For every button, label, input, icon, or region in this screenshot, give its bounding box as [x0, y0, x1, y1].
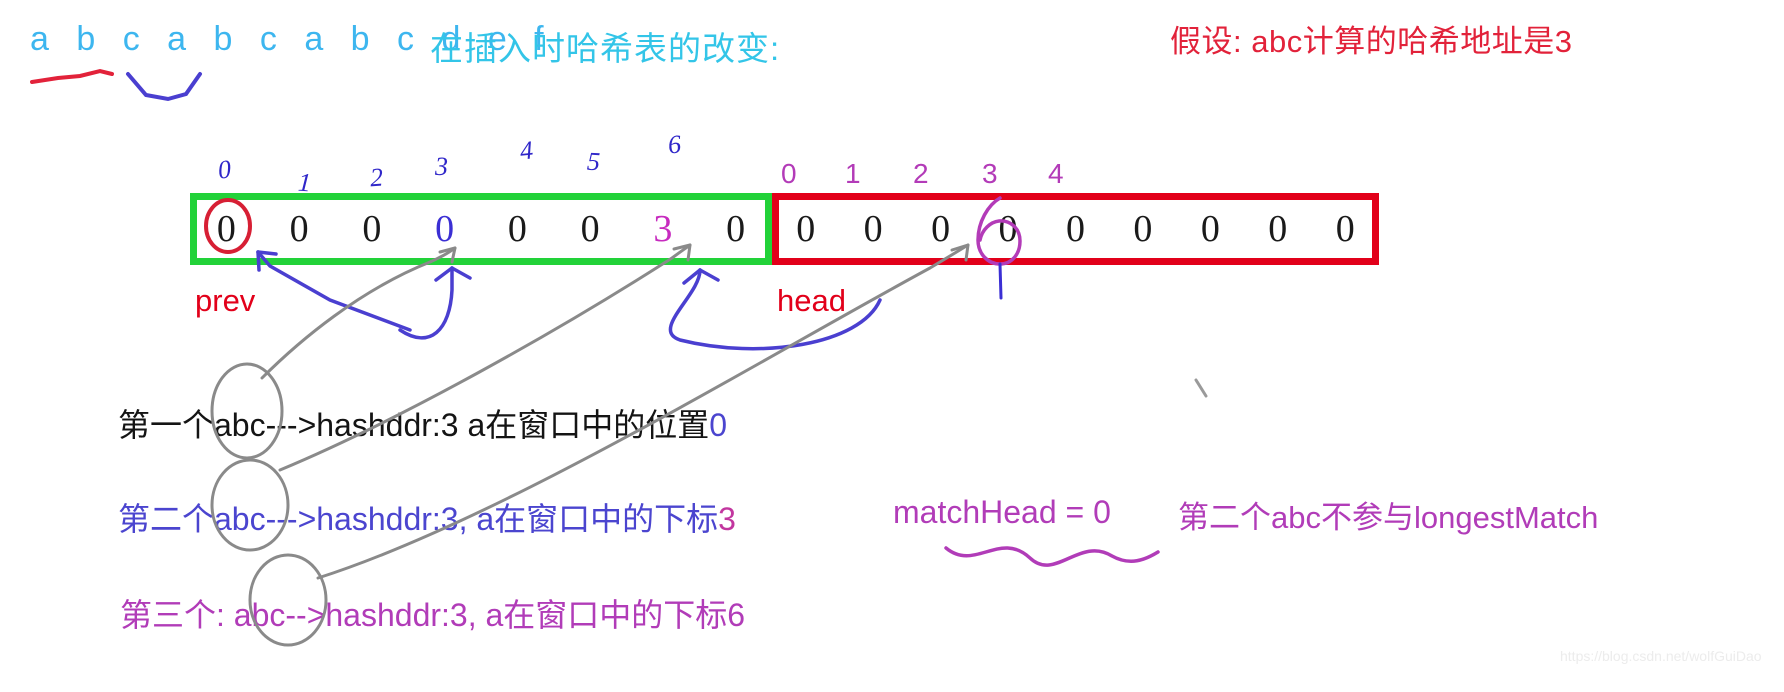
head-index-label: 2 [913, 158, 929, 189]
prev-index-label: 2 [368, 162, 384, 193]
note-line-2-main: 第二个abc--->hashddr:3, a在窗口中的下标 [118, 501, 719, 537]
note-line-3: 第三个: abc-->hashddr:3, a在窗口中的下标6 [120, 597, 746, 633]
match-head-text: matchHead = 0 [893, 494, 1111, 530]
watermark-text: https://blog.csdn.net/wolfGuiDao [1560, 648, 1762, 664]
gray-leader-line1 [260, 246, 457, 380]
handwritten-six-stem [998, 262, 1003, 300]
prev-cell: 0 [507, 208, 527, 250]
prev-cell: 0 [580, 208, 600, 250]
prev-index-label: 6 [666, 129, 683, 160]
prev-index-label: 0 [216, 154, 233, 185]
note-line-1-tail: 0 [709, 407, 728, 443]
head-cell: 0 [998, 208, 1018, 250]
prev-cell: 0 [216, 208, 236, 250]
head-cell: 0 [863, 208, 883, 250]
prev-cell: 3 [653, 208, 673, 250]
prev-cell: 0 [435, 208, 455, 250]
head-cell: 0 [1133, 208, 1153, 250]
head-cell: 0 [931, 208, 951, 250]
head-cell: 0 [1335, 208, 1355, 250]
head-cell: 0 [1268, 208, 1288, 250]
gray-tick-mark [1194, 378, 1208, 398]
head-array-label: head [777, 283, 846, 318]
head-cell: 0 [796, 208, 816, 250]
head-index-label: 4 [1048, 158, 1064, 189]
purple-squiggle-matchhead [944, 546, 1160, 567]
note-line-2-tail: 3 [718, 501, 736, 537]
red-underline-abc1 [30, 68, 114, 84]
blue-arrowhead-prev6 [682, 268, 720, 285]
prev-index-label: 5 [586, 146, 601, 177]
whiteboard-canvas: a b c a b c a b c d e f 在插入时哈希表的改变: 假设: … [0, 0, 1784, 692]
head-cell: 0 [1200, 208, 1220, 250]
prev-cell: 0 [289, 208, 309, 250]
blue-underline-abc2 [126, 72, 202, 102]
head-index-label: 0 [781, 158, 797, 189]
prev-array-cells: 0 0 0 0 0 0 3 0 [190, 193, 772, 265]
blue-arrow-to-prev3 [398, 266, 454, 340]
head-index-label: 3 [982, 158, 998, 189]
prev-index-label: 4 [518, 135, 535, 166]
blue-long-curve-to-prev6 [668, 268, 882, 351]
head-array-cells: 0 0 0 0 0 0 0 0 0 [772, 193, 1379, 265]
note-line-1-main: 第一个abc--->hashddr:3 a在窗口中的位置 [118, 407, 710, 443]
note-line-1: 第一个abc--->hashddr:3 a在窗口中的位置0 [118, 400, 727, 446]
prev-index-label: 3 [435, 152, 448, 181]
head-cell: 0 [1065, 208, 1085, 250]
assumption-text: 假设: abc计算的哈希地址是3 [1170, 24, 1573, 59]
blue-arrowhead-prev3 [434, 266, 472, 282]
prev-index-label: 1 [297, 167, 313, 198]
head-index-label: 1 [845, 158, 861, 189]
prev-cell: 0 [362, 208, 382, 250]
handdrawn-annotation-layer [30, 68, 1208, 647]
right-note-text: 第二个abc不参与longestMatch [1178, 500, 1599, 535]
prev-array-label: prev [195, 283, 256, 318]
note-line-2: 第二个abc--->hashddr:3, a在窗口中的下标3 [118, 494, 736, 540]
insert-title-text: 在插入时哈希表的改变: [430, 30, 781, 67]
prev-cell: 0 [726, 208, 746, 250]
